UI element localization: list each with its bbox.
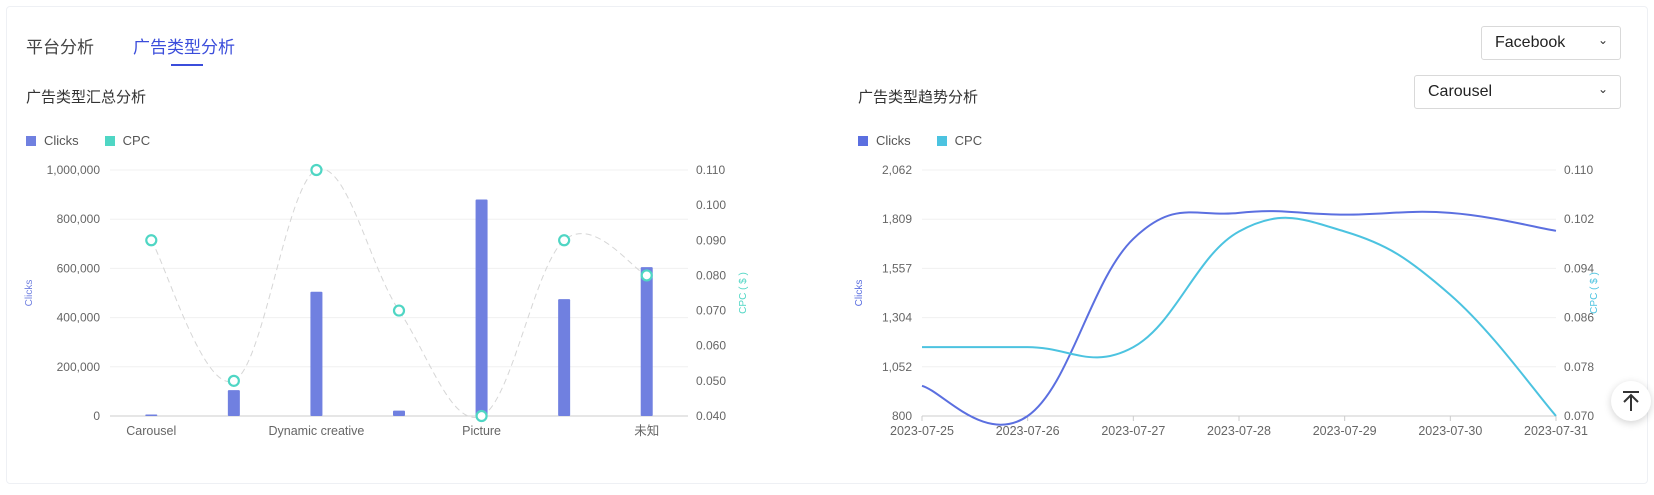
y2-tick-label: 0.102 <box>1564 212 1594 226</box>
y2-tick-label: 0.040 <box>696 409 726 423</box>
y-tick-label: 400,000 <box>57 311 101 325</box>
cpc-point <box>392 304 406 317</box>
x-tick-label: Picture <box>462 424 501 438</box>
cpc-point <box>227 374 240 387</box>
y-tick-label: 1,052 <box>882 360 912 374</box>
trend-chart-title: 广告类型趋势分析 <box>858 89 979 106</box>
legend-swatch-clicks <box>26 135 36 146</box>
cpc-point <box>640 269 653 282</box>
legend-swatch-cpc <box>104 135 115 146</box>
y2-tick-label: 0.078 <box>1564 360 1594 374</box>
y-tick-label: 1,809 <box>882 212 912 226</box>
y2-tick-label: 0.090 <box>696 233 726 247</box>
bar-clicks <box>310 291 323 416</box>
bar-clicks <box>145 414 158 416</box>
x-tick-label: 2023-07-29 <box>1313 424 1377 438</box>
cpc-point <box>558 234 571 247</box>
chevron-down-icon: ⌄ <box>1597 33 1608 47</box>
arrow-up-to-line-icon <box>1623 391 1639 411</box>
y2-tick-label: 0.110 <box>696 163 725 177</box>
y2-tick-label: 0.080 <box>696 268 726 282</box>
tab-platform-analysis[interactable]: 平台分析 <box>26 33 94 58</box>
y2-tick-label: 0.060 <box>696 339 726 353</box>
tab-adtype-analysis[interactable]: 广告类型分析 <box>133 33 235 58</box>
adtype-select-value: Carousel <box>1428 83 1493 100</box>
x-tick-label: 2023-07-30 <box>1418 424 1482 438</box>
legend-label-cpc[interactable]: CPC <box>123 133 150 148</box>
y-tick-label: 1,000,000 <box>47 163 101 177</box>
legend-label-clicks[interactable]: Clicks <box>44 133 79 148</box>
cpc-point <box>310 163 323 177</box>
y2-axis-title: CPC ( $ ) <box>738 272 749 314</box>
x-tick-label: Dynamic creative <box>268 424 364 438</box>
y2-axis-title: CPC ( $ ) <box>1589 272 1600 314</box>
legend-label-cpc[interactable]: CPC <box>955 133 982 148</box>
x-tick-label: 2023-07-26 <box>996 424 1060 438</box>
x-tick-label: 2023-07-25 <box>890 424 954 438</box>
trend-legend: Clicks CPC <box>858 133 1008 148</box>
bar-clicks <box>393 410 405 416</box>
platform-select[interactable]: Facebook ⌄ <box>1481 26 1621 60</box>
legend-swatch-clicks <box>858 135 868 146</box>
cpc-point <box>145 234 158 247</box>
legend-swatch-cpc <box>936 135 947 146</box>
x-tick-label: 未知 <box>634 424 659 438</box>
summary-legend: Clicks CPC <box>26 133 176 148</box>
y-tick-label: 0 <box>93 409 100 423</box>
x-tick-label: Carousel <box>126 424 176 438</box>
y-tick-label: 600,000 <box>57 261 101 275</box>
bar-clicks <box>640 267 653 416</box>
summary-chart: 0 200,000 400,000 600,000 800,000 1,000,000 0.… <box>24 163 749 438</box>
y-tick-label: 1,304 <box>882 311 912 325</box>
bar-clicks <box>475 199 488 416</box>
bar-clicks <box>227 390 240 416</box>
platform-select-value: Facebook <box>1495 34 1566 51</box>
y2-tick-label: 0.100 <box>696 198 726 212</box>
x-tick-label: 2023-07-28 <box>1207 424 1271 438</box>
y2-tick-label: 0.070 <box>696 304 726 318</box>
cpc-point <box>475 409 488 423</box>
bar-clicks <box>558 299 571 416</box>
adtype-select[interactable]: Carousel ⌄ <box>1414 75 1621 109</box>
y-tick-label: 800 <box>892 409 912 423</box>
y-axis-title: Clicks <box>24 280 35 307</box>
y2-tick-label: 0.110 <box>1564 163 1593 177</box>
legend-label-clicks[interactable]: Clicks <box>876 133 911 148</box>
x-tick-label: 2023-07-27 <box>1101 424 1165 438</box>
y-tick-label: 1,557 <box>882 261 912 275</box>
y-tick-label: 800,000 <box>57 212 101 226</box>
y2-tick-label: 0.070 <box>1564 409 1594 423</box>
chevron-down-icon: ⌄ <box>1597 82 1608 96</box>
cpc-line <box>922 216 1557 417</box>
y2-tick-label: 0.050 <box>696 374 726 388</box>
active-tab-indicator <box>171 64 203 66</box>
y-tick-label: 2,062 <box>882 163 912 177</box>
x-tick-label: 2023-07-31 <box>1524 424 1588 438</box>
y-axis-title: Clicks <box>854 280 865 307</box>
summary-chart-title: 广告类型汇总分析 <box>26 89 147 106</box>
trend-chart: 800 1,052 1,304 1,557 1,809 2,062 0.070 0.078 0.… <box>854 163 1600 438</box>
cpc-line <box>150 168 647 418</box>
back-to-top-button[interactable] <box>1611 381 1651 421</box>
y-tick-label: 200,000 <box>57 360 101 374</box>
